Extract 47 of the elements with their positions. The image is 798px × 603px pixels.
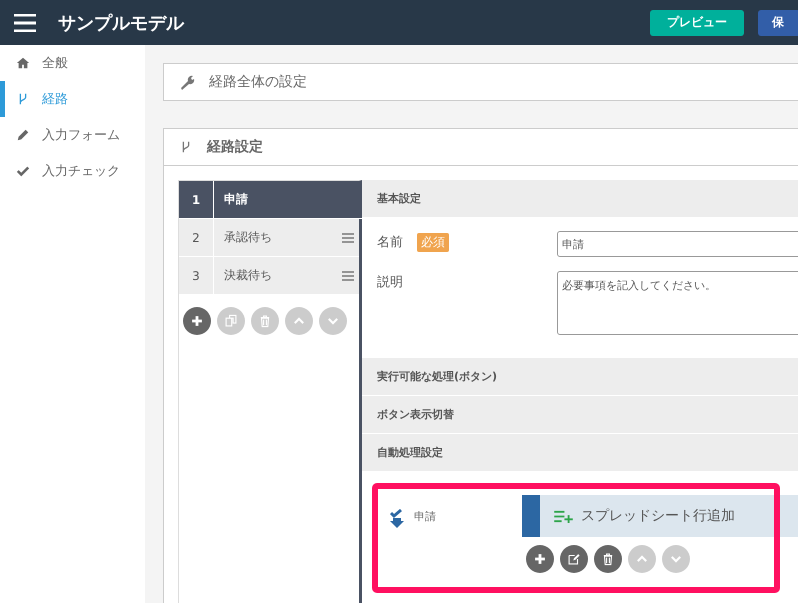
sidebar-item[interactable]: 入力フォーム [0,117,145,153]
app-title: サンプルモデル [58,12,184,34]
step-name: 決裁待ち [223,267,272,284]
add-button[interactable] [526,545,554,573]
action-label: スプレッドシート行追加 [581,507,735,525]
required-badge: 必須 [417,233,449,252]
step-number: 1 [179,181,214,218]
step-name: 申請 [223,191,248,208]
step-name: 承認待ち [223,229,272,246]
add-button[interactable] [183,307,211,335]
home-icon [16,56,30,70]
section-header[interactable]: 自動処理設定 [362,433,798,471]
panel-title: 経路全体の設定 [209,73,307,91]
delete-button[interactable] [594,545,622,573]
step-row[interactable]: 1 申請 [179,181,362,219]
sidebar-item[interactable]: 入力チェック [0,153,145,189]
description-field[interactable]: 必要事項を記入してください。 [557,271,798,335]
field-label: 説明 [377,274,403,291]
check-down-arrow-icon [390,509,404,529]
section-header[interactable]: 実行可能な処理(ボタン) [362,357,798,395]
drag-handle-icon[interactable] [342,270,354,280]
section-header[interactable]: ボタン表示切替 [362,395,798,433]
trash-icon [601,552,615,566]
save-button[interactable]: 保 [758,10,798,36]
step-number: 3 [179,257,214,294]
plus-icon [190,314,204,328]
edit-button[interactable] [560,545,588,573]
name-field[interactable]: 申請 [557,231,798,257]
copy-icon [224,314,238,328]
drag-handle-icon[interactable] [342,232,354,242]
check-icon [16,164,30,178]
add-row-icon [554,510,573,522]
section-header[interactable]: 基本設定 [362,180,798,217]
field-label: 名前 [377,234,403,251]
panel-title: 経路設定 [207,138,263,156]
trigger-label: 申請 [414,509,436,525]
menu-icon[interactable] [14,14,36,32]
edit-icon [567,552,581,566]
sidebar-item[interactable]: 全般 [0,45,145,81]
pencil-icon [16,128,30,142]
step-number: 2 [179,219,214,256]
wrench-icon [179,74,195,90]
trash-icon [258,314,272,328]
plus-icon [533,552,547,566]
step-row[interactable]: 2 承認待ち [179,219,359,257]
step-row[interactable]: 3 決裁待ち [179,257,359,295]
action-item[interactable]: スプレッドシート行追加 [522,495,798,537]
